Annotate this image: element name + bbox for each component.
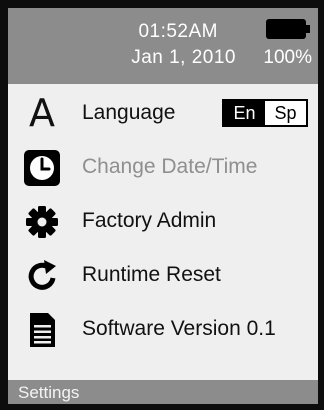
menu-item-language[interactable]: A Language En Sp — [8, 88, 318, 140]
language-option-sp[interactable]: Sp — [265, 101, 306, 125]
menu-item-label: Language — [82, 101, 176, 124]
device-frame: 01:52AM Jan 1, 2010 100% A Language En S… — [0, 0, 324, 410]
settings-screen: 01:52AM Jan 1, 2010 100% A Language En S… — [8, 8, 318, 404]
menu-item-label: Change Date/Time — [82, 155, 258, 178]
letter-a-icon: A — [29, 91, 55, 135]
menu-item-runtime-reset[interactable]: Runtime Reset — [8, 250, 318, 302]
battery-icon — [266, 19, 310, 39]
clock-time: 01:52AM — [138, 21, 218, 42]
language-option-en[interactable]: En — [224, 101, 265, 125]
menu-item-label: Software Version 0.1 — [82, 317, 276, 340]
settings-menu: A Language En Sp Change Date/Time Factor… — [8, 84, 318, 380]
refresh-icon — [22, 256, 62, 296]
menu-item-change-date-time[interactable]: Change Date/Time — [8, 142, 318, 194]
document-icon — [22, 310, 62, 350]
screen-title: Settings — [18, 383, 80, 402]
language-toggle[interactable]: En Sp — [222, 99, 308, 127]
status-bar: 01:52AM Jan 1, 2010 100% — [8, 8, 318, 84]
clock-date: Jan 1, 2010 — [131, 47, 236, 68]
gear-icon — [22, 202, 62, 242]
footer-bar: Settings — [8, 380, 318, 404]
clock-icon — [22, 148, 62, 188]
menu-item-label: Factory Admin — [82, 209, 217, 232]
battery-percent: 100% — [263, 47, 312, 68]
menu-item-software-version: Software Version 0.1 — [8, 304, 318, 356]
menu-item-label: Runtime Reset — [82, 263, 221, 286]
menu-item-factory-admin[interactable]: Factory Admin — [8, 196, 318, 248]
